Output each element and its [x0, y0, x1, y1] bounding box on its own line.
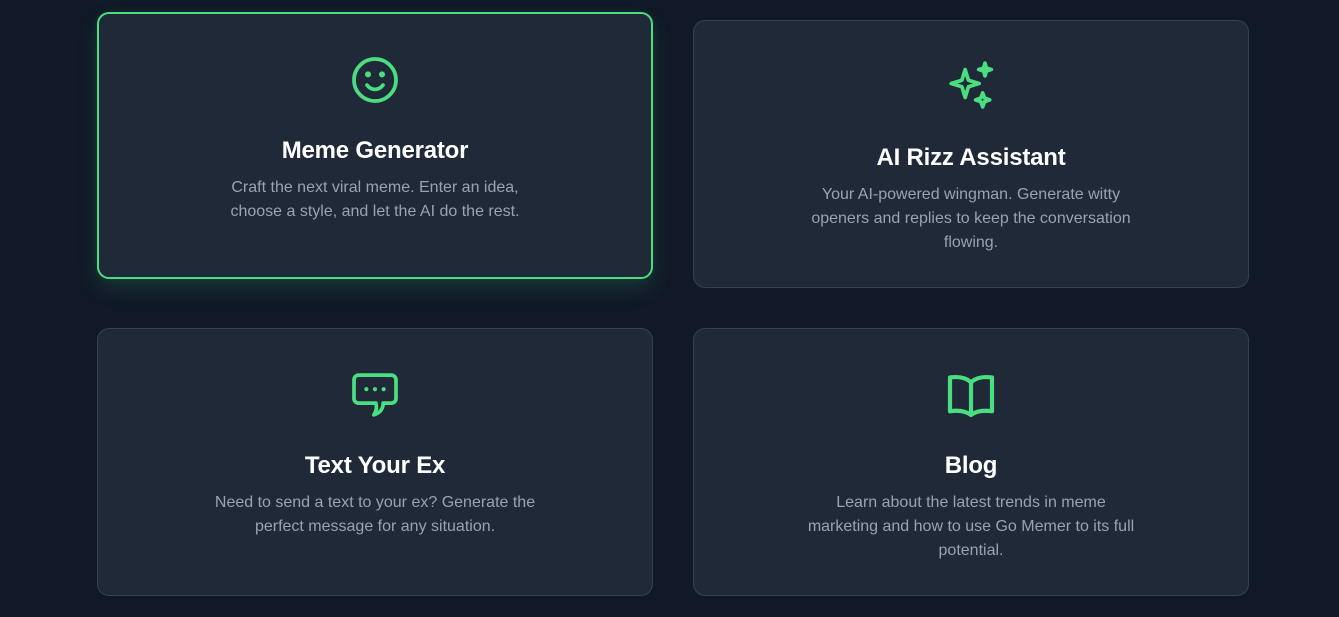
card-title: Meme Generator: [281, 137, 469, 164]
blog-card[interactable]: Blog Learn about the latest trends in me…: [693, 328, 1249, 596]
card-title: Text Your Ex: [304, 452, 446, 479]
card-description: Need to send a text to your ex? Generate…: [214, 494, 536, 535]
text-your-ex-card[interactable]: Text Your Ex Need to send a text to your…: [97, 328, 653, 596]
ai-rizz-assistant-card[interactable]: AI Rizz Assistant Your AI-powered wingma…: [693, 20, 1249, 288]
book-open-icon: [943, 367, 999, 423]
card-description: Your AI-powered wingman. Generate witty …: [811, 186, 1131, 251]
chat-bubble-icon: [347, 367, 403, 423]
meme-generator-card[interactable]: Meme Generator Craft the next viral meme…: [97, 12, 653, 279]
sparkles-icon: [943, 59, 999, 115]
card-description: Learn about the latest trends in meme ma…: [807, 494, 1135, 559]
smile-icon: [347, 52, 403, 108]
card-title: Blog: [944, 452, 998, 479]
card-title: AI Rizz Assistant: [876, 144, 1066, 171]
card-description: Craft the next viral meme. Enter an idea…: [230, 179, 520, 220]
